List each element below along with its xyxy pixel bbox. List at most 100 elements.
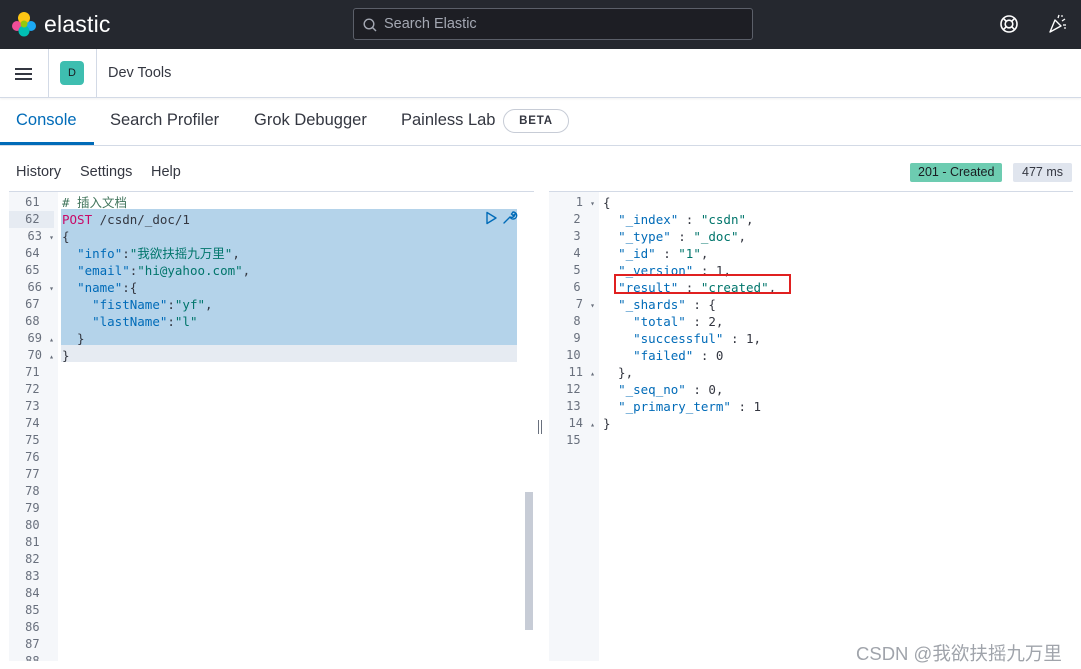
settings-link[interactable]: Settings bbox=[80, 164, 132, 180]
response-gutter: 1 ▾ 2 3 4 5 6 7 ▾ 8 9 10 11 ▴ 12 13 14 ▴ 15 bbox=[549, 192, 599, 661]
line-number: 80 bbox=[25, 518, 54, 532]
line-number: 84 bbox=[25, 586, 54, 600]
code-line: "lastName":"l" bbox=[92, 314, 198, 329]
line-number: 73 bbox=[25, 399, 54, 413]
code-line: "_shards" : { bbox=[618, 297, 716, 312]
code-line: "email":"hi@yahoo.com", bbox=[77, 263, 251, 278]
line-number: 64 bbox=[25, 246, 54, 260]
watermark: CSDN @我欲扶摇九万里 bbox=[856, 643, 1062, 664]
search-icon bbox=[363, 18, 377, 32]
active-tab-indicator bbox=[0, 142, 94, 145]
line-number: 13 bbox=[566, 399, 595, 413]
line-number: 12 bbox=[566, 382, 595, 396]
newsfeed-cheer-icon[interactable] bbox=[1046, 13, 1068, 35]
line-number: 87 bbox=[25, 637, 54, 651]
code-line: "info":"我欲扶摇九万里", bbox=[77, 246, 240, 261]
breadcrumb-bar: D Dev Tools bbox=[0, 49, 1081, 98]
status-badge: 201 - Created bbox=[910, 163, 1003, 182]
request-gutter: 61 62 63 ▾ 64 65 66 ▾ 67 68 69 ▴ 70 ▴ 71 72 … bbox=[9, 192, 58, 661]
code-line: "_seq_no" : 0, bbox=[618, 382, 724, 397]
code-line: } bbox=[62, 348, 70, 363]
search-input[interactable] bbox=[384, 9, 744, 39]
line-number: 14 ▴ bbox=[568, 416, 595, 430]
space-avatar[interactable]: D bbox=[60, 61, 84, 85]
result-highlight-box bbox=[614, 274, 791, 294]
dev-tools-tabs: Console Search Profiler Grok Debugger Pa… bbox=[0, 98, 1081, 146]
line-number: 62 bbox=[9, 211, 54, 228]
line-number: 4 bbox=[573, 246, 595, 260]
line-number: 65 bbox=[25, 263, 54, 277]
hamburger-menu-icon[interactable] bbox=[14, 65, 34, 83]
current-line-highlight bbox=[61, 345, 517, 362]
help-link[interactable]: Help bbox=[151, 164, 181, 180]
line-number: 6 bbox=[573, 280, 595, 294]
code-line: "total" : 2, bbox=[633, 314, 724, 329]
line-number: 75 bbox=[25, 433, 54, 447]
line-number: 2 bbox=[573, 212, 595, 226]
response-code-area[interactable]: { "_index" : "csdn", "_type" : "_doc", "… bbox=[599, 192, 1073, 661]
code-line: } bbox=[603, 416, 611, 431]
line-number: 7 ▾ bbox=[575, 297, 595, 311]
line-number: 66 ▾ bbox=[27, 280, 54, 294]
line-number: 3 bbox=[573, 229, 595, 243]
console-toolbar: History Settings Help 201 - Created 477 … bbox=[0, 146, 1081, 190]
line-number: 78 bbox=[25, 484, 54, 498]
line-number: 68 bbox=[25, 314, 54, 328]
code-line: "_primary_term" : 1 bbox=[618, 399, 762, 414]
top-navigation-bar: elastic bbox=[0, 0, 1081, 49]
tab-console[interactable]: Console bbox=[16, 111, 77, 130]
search-bar[interactable] bbox=[353, 8, 753, 40]
line-number: 9 bbox=[573, 331, 595, 345]
tab-grok-debugger[interactable]: Grok Debugger bbox=[254, 111, 367, 130]
line-number: 69 ▴ bbox=[27, 331, 54, 345]
line-number: 72 bbox=[25, 382, 54, 396]
response-time-badge: 477 ms bbox=[1013, 163, 1072, 182]
history-link[interactable]: History bbox=[16, 164, 61, 180]
divider bbox=[48, 49, 49, 97]
line-number: 77 bbox=[25, 467, 54, 481]
elastic-logo-icon[interactable] bbox=[11, 11, 37, 37]
scrollbar-thumb[interactable] bbox=[525, 492, 533, 630]
line-number: 1 ▾ bbox=[575, 195, 595, 209]
request-editor[interactable]: 61 62 63 ▾ 64 65 66 ▾ 67 68 69 ▴ 70 ▴ 71 72 … bbox=[9, 191, 534, 661]
code-line: "_id" : "1", bbox=[618, 246, 709, 261]
code-line: { bbox=[62, 229, 70, 244]
line-number: 86 bbox=[25, 620, 54, 634]
line-number: 63 ▾ bbox=[27, 229, 54, 243]
tab-search-profiler[interactable]: Search Profiler bbox=[110, 111, 219, 130]
wrench-icon[interactable] bbox=[501, 209, 518, 226]
line-number: 70 ▴ bbox=[27, 348, 54, 362]
code-line: }, bbox=[603, 365, 634, 380]
request-code-area[interactable]: # 插入文档 POST /csdn/_doc/1 { "info":"我欲扶摇九万里… bbox=[58, 192, 534, 661]
help-lifebuoy-icon[interactable] bbox=[998, 13, 1020, 35]
line-number: 61 bbox=[25, 195, 54, 209]
line-number: 67 bbox=[25, 297, 54, 311]
send-request-play-icon[interactable] bbox=[484, 211, 498, 225]
beta-badge: BETA bbox=[503, 109, 569, 133]
line-number: 88 bbox=[25, 654, 54, 661]
line-number: 8 bbox=[573, 314, 595, 328]
code-line: # 插入文档 bbox=[62, 195, 128, 210]
code-line: { bbox=[603, 195, 611, 210]
code-line: "failed" : 0 bbox=[633, 348, 724, 363]
line-number: 82 bbox=[25, 552, 54, 566]
line-number: 11 ▴ bbox=[568, 365, 595, 379]
line-number: 10 bbox=[566, 348, 595, 362]
response-output[interactable]: 1 ▾ 2 3 4 5 6 7 ▾ 8 9 10 11 ▴ 12 13 14 ▴ 15 … bbox=[549, 191, 1073, 661]
line-number: 76 bbox=[25, 450, 54, 464]
elastic-logo-text[interactable]: elastic bbox=[44, 11, 111, 38]
code-line: } bbox=[62, 331, 85, 346]
panel-resize-handle[interactable] bbox=[537, 420, 543, 434]
request-scrollbar[interactable] bbox=[525, 192, 534, 661]
line-number: 85 bbox=[25, 603, 54, 617]
code-line: "_type" : "_doc", bbox=[618, 229, 747, 244]
line-number: 83 bbox=[25, 569, 54, 583]
breadcrumb-dev-tools: Dev Tools bbox=[108, 65, 172, 81]
line-number: 81 bbox=[25, 535, 54, 549]
line-number: 15 bbox=[566, 433, 595, 447]
code-line: "name":{ bbox=[77, 280, 138, 295]
tab-painless-lab[interactable]: Painless Lab bbox=[401, 111, 495, 130]
line-number: 74 bbox=[25, 416, 54, 430]
code-line: POST /csdn/_doc/1 bbox=[62, 212, 190, 227]
code-line: "successful" : 1, bbox=[633, 331, 762, 346]
